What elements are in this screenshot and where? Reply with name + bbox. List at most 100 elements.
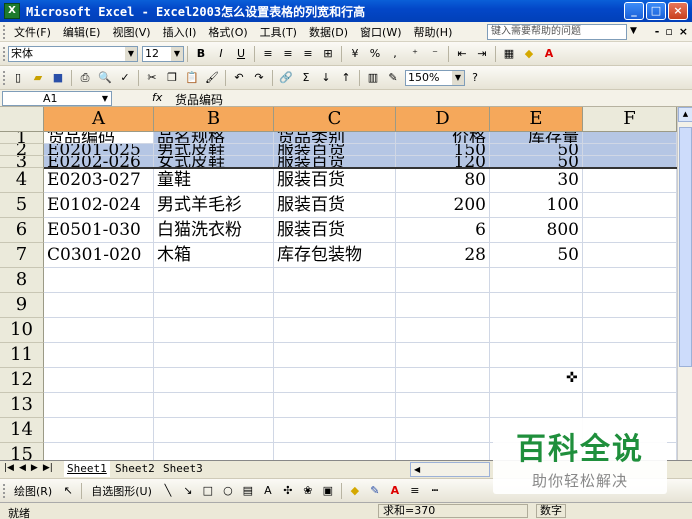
cell-a9[interactable] [44,293,154,318]
chevron-down-icon[interactable]: ▼ [171,46,183,61]
cell-e9[interactable] [490,293,583,318]
minimize-button[interactable]: _ [624,2,644,20]
cell-d12[interactable] [396,368,490,393]
chevron-down-icon[interactable]: ▼ [452,70,464,85]
column-header-b[interactable]: B [154,107,274,132]
cell-b5[interactable]: 男式羊毛衫 [154,193,274,218]
align-center-icon[interactable]: ≡ [279,45,297,63]
cell-d4[interactable]: 80 [396,168,490,193]
toolbar-grip[interactable] [3,46,6,61]
row-header-4[interactable]: 4 [0,168,44,193]
cell-f7[interactable] [583,243,677,268]
cell-b12[interactable] [154,368,274,393]
row-header-5[interactable]: 5 [0,193,44,218]
drawing-icon[interactable]: ✎ [384,69,402,87]
comma-style-icon[interactable]: , [386,45,404,63]
excel-app-icon[interactable]: X [4,3,20,19]
prev-sheet-icon[interactable]: ◀ [19,463,26,473]
underline-button[interactable]: U [232,45,250,63]
menu-window[interactable]: 窗口(W) [354,24,407,40]
cell-f11[interactable] [583,343,677,368]
cell-f1[interactable] [583,132,677,144]
clipart-icon[interactable]: ❀ [299,482,317,500]
cell-b11[interactable] [154,343,274,368]
cell-c13[interactable] [274,393,396,418]
cell-b2[interactable]: 男式皮鞋 [154,144,274,156]
cell-d7[interactable]: 28 [396,243,490,268]
row-header-12[interactable]: 12 [0,368,44,393]
wordart-icon[interactable]: A [259,482,277,500]
cell-b15[interactable] [154,443,274,460]
maximize-button[interactable]: □ [646,2,666,20]
menu-data[interactable]: 数据(D) [303,24,354,40]
decrease-decimal-icon[interactable]: ⁻ [426,45,444,63]
cell-a1[interactable]: 货品编码 [44,132,154,144]
textbox-icon[interactable]: ▤ [239,482,257,500]
menu-insert[interactable]: 插入(I) [157,24,203,40]
cell-a12[interactable] [44,368,154,393]
cell-e6[interactable]: 800 [490,218,583,243]
worksheet-grid[interactable]: A B C D E F 1 货品编码 品名规格 货品类别 价格 库存量 2 E0201-025 男式皮鞋 服装… [0,107,677,460]
cell-f13[interactable] [583,393,677,418]
cell-d8[interactable] [396,268,490,293]
select-all-corner[interactable] [0,107,44,132]
cell-e2[interactable]: 50 [490,144,583,156]
workbook-close-icon[interactable]: × [679,25,688,38]
menu-help[interactable]: 帮助(H) [408,24,459,40]
dash-style-icon[interactable]: ┅ [426,482,444,500]
cell-a11[interactable] [44,343,154,368]
row-header-10[interactable]: 10 [0,318,44,343]
horizontal-scrollbar[interactable]: ◀ [410,462,490,477]
cell-a10[interactable] [44,318,154,343]
row-header-3[interactable]: 3 [0,156,44,168]
font-name-select[interactable]: 宋体 ▼ [8,45,138,62]
hyperlink-icon[interactable]: 🔗 [277,69,295,87]
toolbar-grip[interactable] [3,70,6,85]
sort-ascending-icon[interactable]: ↓ [317,69,335,87]
cell-e11[interactable] [490,343,583,368]
spelling-icon[interactable]: ✓ [116,69,134,87]
percent-button[interactable]: % [366,45,384,63]
font-size-select[interactable]: 12 ▼ [142,45,184,62]
cell-f2[interactable] [583,144,677,156]
select-pointer-icon[interactable]: ↖ [59,482,77,500]
next-sheet-icon[interactable]: ▶ [31,463,38,473]
oval-icon[interactable]: ○ [219,482,237,500]
cell-c12[interactable] [274,368,396,393]
vertical-scrollbar[interactable]: ▲ [677,107,692,460]
cell-c9[interactable] [274,293,396,318]
chevron-down-icon[interactable]: ▼ [102,92,108,105]
row-header-9[interactable]: 9 [0,293,44,318]
toolbar-grip[interactable] [3,483,6,498]
menu-tools[interactable]: 工具(T) [254,24,303,40]
undo-icon[interactable]: ↶ [230,69,248,87]
cell-d2[interactable]: 150 [396,144,490,156]
formula-input[interactable]: 货品编码 [175,91,223,108]
menu-format[interactable]: 格式(O) [202,24,253,40]
cell-e1[interactable]: 库存量 [490,132,583,144]
close-button[interactable]: × [668,2,688,20]
cut-icon[interactable]: ✂ [143,69,161,87]
cell-a2[interactable]: E0201-025 [44,144,154,156]
tab-sheet1[interactable]: Sheet1 [64,461,110,477]
align-left-icon[interactable]: ≡ [259,45,277,63]
cell-d1[interactable]: 价格 [396,132,490,144]
cell-c15[interactable] [274,443,396,460]
column-header-e[interactable]: E [490,107,583,132]
column-header-f[interactable]: F [583,107,677,132]
currency-icon[interactable]: ¥ [346,45,364,63]
cell-e7[interactable]: 50 [490,243,583,268]
cell-c1[interactable]: 货品类别 [274,132,396,144]
picture-icon[interactable]: ▣ [319,482,337,500]
save-icon[interactable]: ■ [49,69,67,87]
cell-f8[interactable] [583,268,677,293]
last-sheet-icon[interactable]: ▶| [43,463,53,473]
cell-a6[interactable]: E0501-030 [44,218,154,243]
column-header-c[interactable]: C [274,107,396,132]
format-painter-icon[interactable]: 🖌 [203,69,221,87]
cell-c14[interactable] [274,418,396,443]
cell-b10[interactable] [154,318,274,343]
increase-indent-icon[interactable]: ⇥ [473,45,491,63]
fx-icon[interactable]: fx [152,91,162,104]
menu-view[interactable]: 视图(V) [106,24,156,40]
